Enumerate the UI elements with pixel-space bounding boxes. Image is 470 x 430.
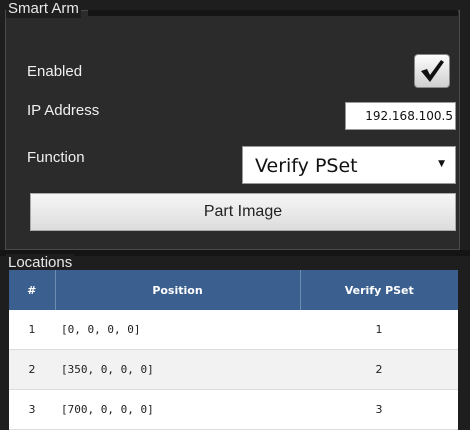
table-row[interactable]: 1 [0, 0, 0, 0] 1 xyxy=(9,310,458,350)
function-select[interactable]: Verify PSet ▼ xyxy=(242,146,456,184)
table-row[interactable]: 2 [350, 0, 0, 0] 2 xyxy=(9,349,458,390)
column-header-index[interactable]: # xyxy=(9,270,56,310)
row-position: [0, 0, 0, 0] xyxy=(55,310,300,350)
row-verify-pset: 3 xyxy=(300,389,458,430)
row-position: [350, 0, 0, 0] xyxy=(55,349,300,390)
enabled-checkbox[interactable] xyxy=(414,54,450,88)
locations-table: # Position Verify PSet 1 [0, 0, 0, 0] 1 … xyxy=(9,270,458,430)
ip-address-label: IP Address xyxy=(27,102,100,119)
dropdown-arrow-icon: ▼ xyxy=(438,159,445,169)
row-index: 2 xyxy=(9,349,55,390)
table-row[interactable]: 3 [700, 0, 0, 0] 3 xyxy=(9,389,458,430)
function-label: Function xyxy=(27,149,85,166)
row-verify-pset: 1 xyxy=(300,310,458,350)
checkmark-icon xyxy=(421,60,444,82)
ip-address-input[interactable] xyxy=(345,102,456,130)
row-position: [700, 0, 0, 0] xyxy=(55,389,300,430)
row-index: 1 xyxy=(9,310,55,350)
panel-top-shade xyxy=(88,10,458,16)
enabled-label: Enabled xyxy=(27,63,83,80)
part-image-button[interactable]: Part Image xyxy=(30,193,456,231)
row-index: 3 xyxy=(9,389,55,430)
column-header-position[interactable]: Position xyxy=(55,270,301,310)
column-header-verify-pset[interactable]: Verify PSet xyxy=(300,270,458,310)
table-header-row: # Position Verify PSet xyxy=(9,270,458,310)
function-selected-value: Verify PSet xyxy=(255,155,358,177)
smart-arm-title: Smart Arm xyxy=(6,0,81,18)
row-verify-pset: 2 xyxy=(300,349,458,390)
